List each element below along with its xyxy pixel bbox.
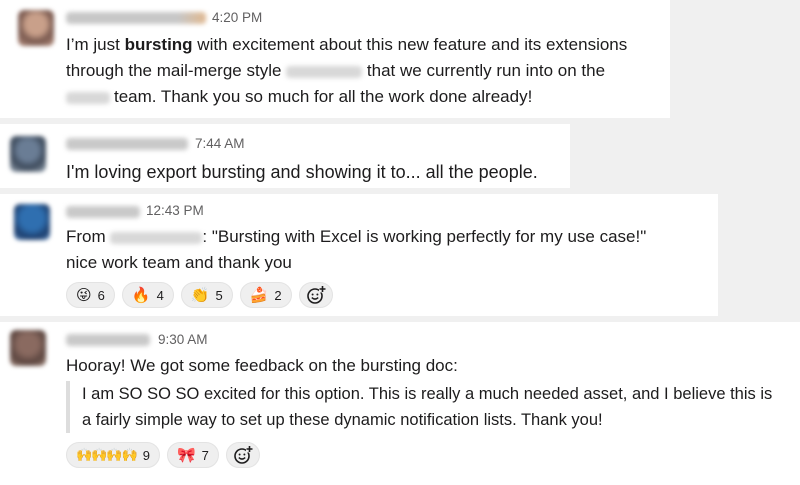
author-name-redacted[interactable]: [66, 138, 188, 150]
raised-hands-icon: 🙌🙌🙌🙌: [76, 447, 138, 463]
add-reaction-icon: [234, 445, 253, 464]
cake-icon: 🍰: [249, 285, 269, 304]
timestamp[interactable]: 9:30 AM: [158, 332, 208, 347]
message-3: 12:43 PM From : "Bursting with Excel is …: [0, 194, 718, 316]
reaction-count: 4: [156, 287, 164, 303]
face-with-tongue-icon: 😜: [76, 285, 92, 304]
add-reaction-button[interactable]: [298, 282, 333, 308]
author-name-redacted[interactable]: [66, 12, 206, 24]
reaction-count: 6: [97, 287, 105, 303]
message-text: Hooray! We got some feedback on the burs…: [66, 356, 458, 375]
reaction-cake[interactable]: 🍰 2: [239, 282, 292, 308]
reaction-face-with-tongue[interactable]: 😜 6: [66, 282, 115, 308]
add-reaction-icon: [306, 285, 326, 304]
avatar[interactable]: [10, 136, 46, 172]
reaction-fire[interactable]: 🔥 4: [121, 282, 174, 308]
message-1: 4:20 PM I’m just bursting with excitemen…: [0, 0, 670, 118]
message-4: 9:30 AM Hooray! We got some feedback on …: [0, 322, 800, 485]
redacted-text: [286, 65, 363, 78]
clapping-hands-icon: 👏: [190, 285, 210, 304]
reaction-bar: 😜 6 🔥 4 👏 5 🍰 2: [66, 282, 333, 308]
message-text: From : "Bursting with Excel is working p…: [66, 227, 647, 272]
timestamp[interactable]: 7:44 AM: [195, 136, 245, 151]
reaction-raised-hands[interactable]: 🙌🙌🙌🙌 9: [66, 442, 160, 468]
fire-icon: 🔥: [131, 285, 151, 304]
reaction-clapping-hands[interactable]: 👏 5: [180, 282, 233, 308]
avatar[interactable]: [14, 204, 50, 240]
author-name-redacted[interactable]: [66, 206, 140, 218]
redacted-text: [110, 231, 203, 244]
reaction-bar: 🙌🙌🙌🙌 9 🎀 7: [66, 442, 260, 468]
message-text: I’m just bursting with excitement about …: [66, 35, 628, 106]
avatar[interactable]: [18, 10, 54, 46]
reaction-count: 7: [201, 447, 209, 463]
reaction-count: 9: [142, 447, 150, 463]
reaction-count: 2: [274, 287, 282, 303]
redacted-text: [66, 91, 110, 104]
message-2: 7:44 AM I'm loving export bursting and s…: [0, 124, 570, 188]
ribbon-icon: 🎀: [176, 445, 196, 464]
timestamp[interactable]: 12:43 PM: [146, 203, 204, 218]
reaction-count: 5: [215, 287, 223, 303]
timestamp[interactable]: 4:20 PM: [212, 10, 262, 25]
avatar[interactable]: [10, 330, 46, 366]
author-name-redacted[interactable]: [66, 334, 150, 346]
add-reaction-button[interactable]: [225, 442, 260, 468]
message-text: I'm loving export bursting and showing i…: [66, 162, 538, 182]
blockquote: I am SO SO SO excited for this option. T…: [66, 381, 772, 433]
reaction-ribbon[interactable]: 🎀 7: [166, 442, 219, 468]
